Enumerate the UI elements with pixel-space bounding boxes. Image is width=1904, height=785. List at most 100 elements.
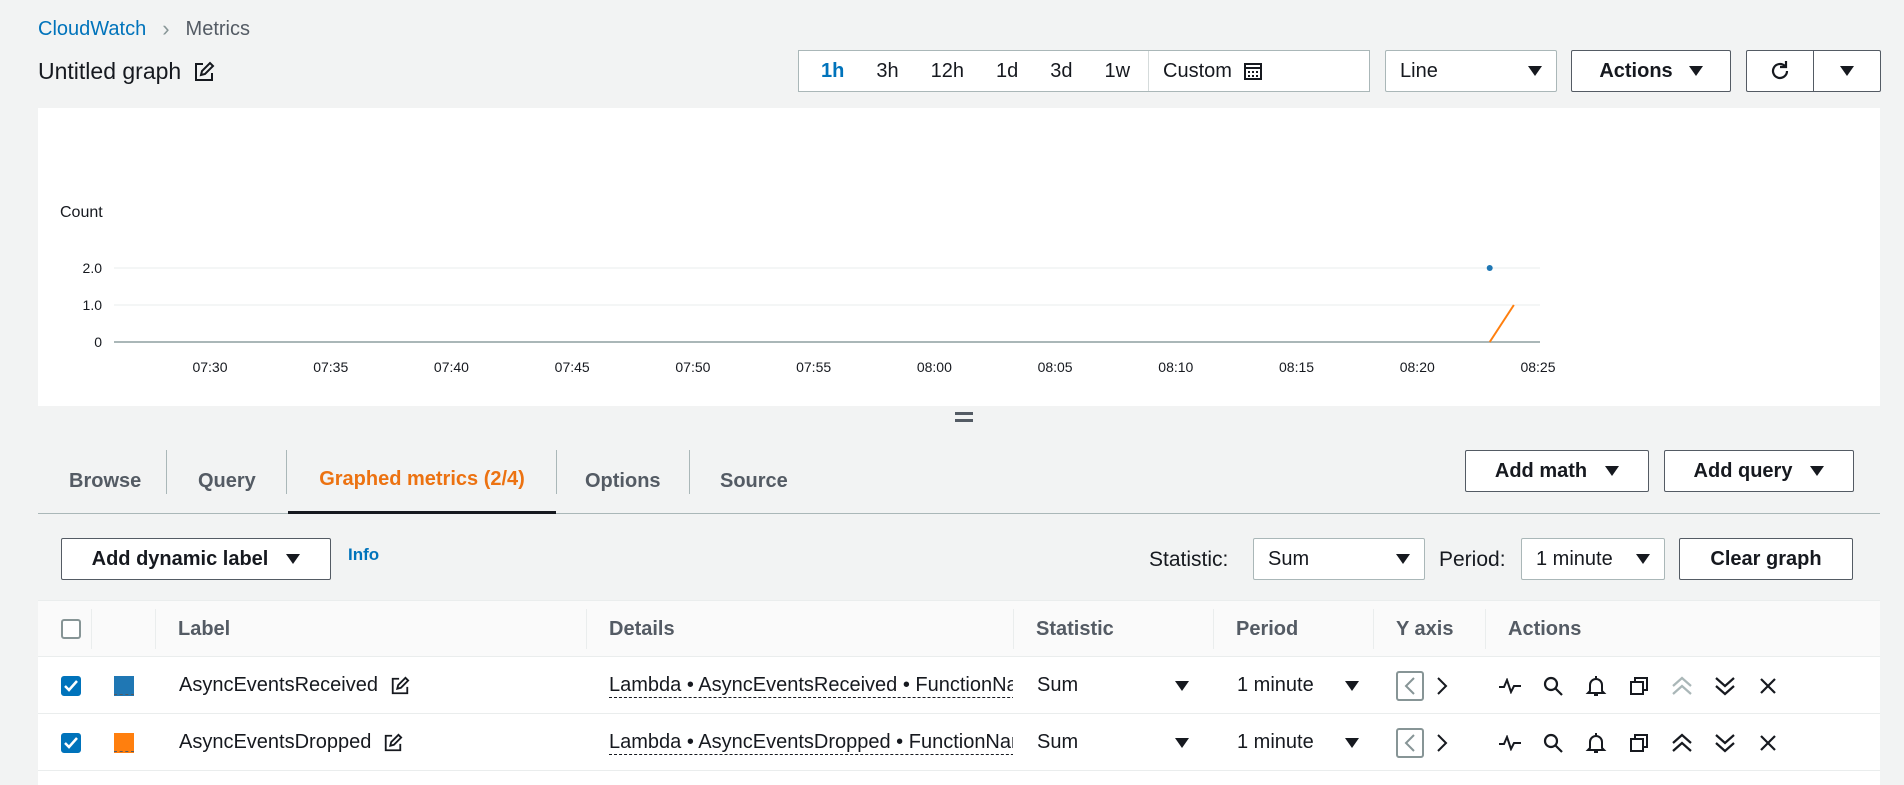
- tab-browse[interactable]: Browse: [69, 448, 141, 514]
- x-tick-label: 08:05: [1038, 359, 1073, 375]
- edit-label-icon[interactable]: [390, 676, 410, 696]
- close-icon[interactable]: [1756, 674, 1780, 698]
- tab-divider: [556, 450, 557, 494]
- tab-query[interactable]: Query: [198, 448, 256, 514]
- metric-details-cell[interactable]: Lambda • AsyncEventsDropped • FunctionNa…: [609, 714, 1013, 771]
- x-tick-label: 08:15: [1279, 359, 1314, 375]
- range-custom[interactable]: Custom: [1148, 51, 1278, 91]
- tab-source[interactable]: Source: [720, 448, 788, 514]
- copy-icon[interactable]: [1627, 674, 1651, 698]
- caret-down-icon: [1605, 466, 1620, 476]
- y-axis-left-button[interactable]: [1396, 671, 1424, 701]
- statistic-select[interactable]: Sum: [1253, 538, 1425, 580]
- row-period-select[interactable]: 1 minute: [1237, 657, 1367, 714]
- edit-label-icon[interactable]: [383, 733, 403, 753]
- sparkline-icon[interactable]: [1498, 731, 1522, 755]
- row-period-value: 1 minute: [1237, 674, 1314, 696]
- move-up-icon[interactable]: [1670, 674, 1694, 698]
- x-tick-label: 08:25: [1520, 359, 1555, 375]
- row-checkbox[interactable]: [61, 675, 81, 696]
- period-select-value: 1 minute: [1536, 547, 1613, 570]
- y-axis-left-button[interactable]: [1396, 728, 1424, 758]
- tab-divider: [166, 450, 167, 494]
- caret-down-icon: [1396, 554, 1410, 564]
- resize-handle[interactable]: [955, 412, 973, 426]
- x-tick-label: 07:35: [313, 359, 348, 375]
- bell-icon[interactable]: [1584, 674, 1608, 698]
- sparkline-icon[interactable]: [1498, 674, 1522, 698]
- tab-query-label: Query: [198, 469, 256, 492]
- metric-details-cell[interactable]: Lambda • AsyncEventsReceived • FunctionN…: [609, 657, 1013, 714]
- add-math-button[interactable]: Add math: [1465, 450, 1649, 492]
- tab-options[interactable]: Options: [585, 448, 661, 514]
- chart-panel: Count 2.0 1.0 0 07:30 07:35 07:40 07:45 07:50 07…: [38, 108, 1880, 406]
- period-select[interactable]: 1 minute: [1521, 538, 1665, 580]
- refresh-options-button[interactable]: [1813, 50, 1881, 92]
- row-select-cell: [61, 657, 81, 714]
- range-1w[interactable]: 1w: [1088, 51, 1146, 91]
- bell-icon[interactable]: [1584, 731, 1608, 755]
- chevron-right-icon: [1437, 734, 1448, 752]
- breadcrumb-current: Metrics: [185, 17, 250, 40]
- add-dynamic-label-text: Add dynamic label: [91, 547, 269, 570]
- caret-down-icon: [1345, 737, 1359, 748]
- row-statistic-select[interactable]: Sum: [1037, 714, 1197, 771]
- tab-graphed-metrics[interactable]: Graphed metrics (2/4): [288, 448, 556, 514]
- add-dynamic-label-button[interactable]: Add dynamic label: [61, 538, 331, 580]
- actions-button[interactable]: Actions: [1571, 50, 1731, 92]
- clear-graph-button[interactable]: Clear graph: [1679, 538, 1853, 580]
- header-details: Details: [609, 617, 675, 640]
- tab-options-label: Options: [585, 469, 661, 492]
- x-tick-label: 07:45: [555, 359, 590, 375]
- add-query-button[interactable]: Add query: [1664, 450, 1854, 492]
- close-icon[interactable]: [1756, 731, 1780, 755]
- x-tick-label: 07:55: [796, 359, 831, 375]
- chevron-left-icon: [1404, 734, 1415, 752]
- y-tick-label: 1.0: [83, 297, 103, 313]
- breadcrumb-cloudwatch-link[interactable]: CloudWatch: [38, 18, 146, 41]
- copy-icon[interactable]: [1627, 731, 1651, 755]
- range-3d[interactable]: 3d: [1034, 51, 1088, 91]
- column-divider: [1213, 609, 1214, 649]
- row-checkbox[interactable]: [61, 732, 81, 753]
- metric-label: AsyncEventsReceived: [179, 674, 378, 696]
- search-icon[interactable]: [1541, 731, 1565, 755]
- x-tick-label: 08:20: [1400, 359, 1435, 375]
- tab-source-label: Source: [720, 469, 788, 492]
- header-statistic: Statistic: [1036, 617, 1114, 640]
- tab-divider: [689, 450, 690, 494]
- chart-type-select[interactable]: Line: [1385, 50, 1557, 92]
- caret-down-icon: [1636, 554, 1650, 564]
- add-math-label: Add math: [1494, 459, 1588, 482]
- info-link[interactable]: Info: [348, 545, 379, 565]
- range-3h[interactable]: 3h: [860, 51, 914, 91]
- y-tick-label: 0: [94, 334, 102, 350]
- search-icon[interactable]: [1541, 674, 1565, 698]
- row-statistic-select[interactable]: Sum: [1037, 657, 1197, 714]
- actions-label: Actions: [1599, 59, 1673, 82]
- move-down-icon[interactable]: [1713, 731, 1737, 755]
- range-1d[interactable]: 1d: [980, 51, 1034, 91]
- chart-type-value: Line: [1400, 59, 1438, 82]
- color-swatch-cell[interactable]: [114, 714, 134, 771]
- caret-down-icon: [286, 554, 301, 564]
- y-axis-right-button[interactable]: [1430, 674, 1454, 698]
- row-period-select[interactable]: 1 minute: [1237, 714, 1367, 771]
- metric-label-cell: AsyncEventsReceived: [179, 657, 410, 714]
- select-all-checkbox[interactable]: [61, 619, 81, 639]
- range-1h[interactable]: 1h: [799, 51, 860, 91]
- metric-details[interactable]: Lambda • AsyncEventsReceived • FunctionN…: [609, 673, 1013, 698]
- color-swatch-cell[interactable]: [114, 657, 134, 714]
- metric-label: AsyncEventsDropped: [179, 731, 372, 753]
- range-12h[interactable]: 12h: [915, 51, 980, 91]
- y-axis-right-button[interactable]: [1430, 731, 1454, 755]
- move-up-icon[interactable]: [1670, 731, 1694, 755]
- refresh-button[interactable]: [1746, 50, 1814, 92]
- page-title: Untitled graph: [38, 58, 215, 85]
- metric-details[interactable]: Lambda • AsyncEventsDropped • FunctionNa…: [609, 730, 1013, 755]
- edit-title-icon[interactable]: [193, 61, 215, 83]
- chevron-right-icon: ›: [162, 16, 170, 41]
- line-style-indicator: [114, 751, 134, 752]
- move-down-icon[interactable]: [1713, 674, 1737, 698]
- column-divider: [586, 609, 587, 649]
